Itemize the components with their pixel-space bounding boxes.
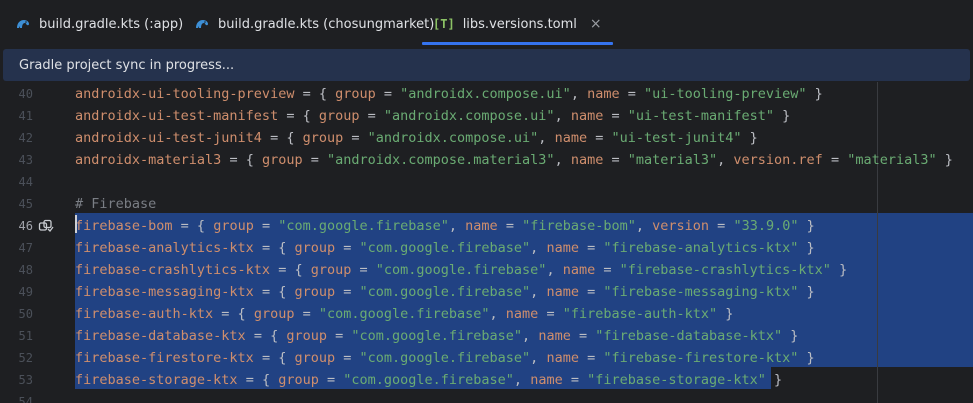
line-number: 40 — [18, 87, 33, 101]
name-value: "firebase-bom" — [522, 218, 636, 234]
code-line: firebase-auth-ktx = { group = "com.googl… — [75, 306, 734, 322]
line-number: 49 — [18, 285, 33, 299]
library-key: firebase-storage-ktx — [75, 372, 238, 388]
line-number: 47 — [18, 241, 33, 255]
line-number: 51 — [18, 329, 33, 343]
name-value: "firebase-database-ktx" — [595, 328, 783, 344]
right-margin-guide — [877, 82, 878, 403]
line-number: 50 — [18, 307, 33, 321]
group-value: "androidx.compose.ui" — [400, 86, 571, 102]
library-key: androidx-material3 — [75, 152, 222, 168]
code-line: firebase-firestore-ktx = { group = "com.… — [75, 350, 815, 366]
library-key: firebase-firestore-ktx — [75, 350, 254, 366]
line-number: 53 — [18, 373, 33, 387]
tab-build-gradle-app[interactable]: build.gradle.kts (:app) — [15, 0, 183, 48]
gradle-icon — [196, 20, 208, 28]
group-value: "com.google.firebase" — [343, 372, 514, 388]
name-value: "firebase-analytics-ktx" — [603, 240, 799, 256]
library-key: firebase-crashlytics-ktx — [75, 262, 271, 278]
group-value: "com.google.firebase" — [318, 306, 490, 322]
line-number: 52 — [18, 351, 33, 365]
line-number: 48 — [18, 263, 33, 277]
group-value: "com.google.firebase" — [359, 350, 531, 366]
group-value: "androidx.compose.material3" — [326, 152, 555, 168]
library-key: firebase-analytics-ktx — [75, 240, 254, 256]
code-line: androidx-ui-test-manifest = { group = "a… — [75, 108, 791, 124]
code-line: firebase-crashlytics-ktx = { group = "co… — [75, 262, 848, 278]
line-number: 44 — [18, 175, 33, 189]
code-line: firebase-storage-ktx = { group = "com.go… — [75, 372, 783, 388]
library-key: androidx-ui-test-junit4 — [75, 130, 262, 146]
code-line: firebase-analytics-ktx = { group = "com.… — [75, 240, 815, 256]
close-icon[interactable]: × — [590, 16, 602, 32]
name-value: "ui-test-manifest" — [627, 108, 775, 124]
version-value: "33.9.0" — [733, 218, 799, 234]
name-value: "firebase-auth-ktx" — [562, 306, 718, 322]
code-line: androidx-ui-test-junit4 = { group = "and… — [75, 130, 758, 146]
sync-banner-text: Gradle project sync in progress... — [19, 57, 235, 73]
line-number: 41 — [18, 109, 33, 123]
line-number: 46 — [18, 219, 33, 233]
version-ref-value: "material3" — [847, 152, 937, 168]
library-key: firebase-database-ktx — [75, 328, 246, 344]
library-key: androidx-ui-tooling-preview — [75, 86, 295, 102]
code-line: firebase-database-ktx = { group = "com.g… — [75, 328, 799, 344]
code-line: firebase-bom = { group = "com.google.fir… — [75, 218, 815, 234]
code-line: # Firebase — [75, 193, 156, 215]
code-editor[interactable]: 40 41 42 43 44 45 46 47 48 49 50 51 52 53 54 androidx-… — [0, 82, 973, 403]
group-value: "androidx.compose.ui" — [383, 108, 555, 124]
tab-libs-versions-toml[interactable]: [T] libs.versions.toml × — [422, 0, 613, 48]
gradle-icon — [17, 20, 29, 28]
name-value: "firebase-storage-ktx" — [587, 372, 766, 388]
dependency-icon[interactable] — [38, 218, 54, 234]
line-number: 54 — [18, 395, 33, 403]
line-number: 45 — [18, 197, 33, 211]
name-value: "material3" — [627, 152, 718, 168]
name-value: "ui-test-junit4" — [611, 130, 742, 146]
tab-label: libs.versions.toml — [462, 16, 577, 32]
code-line: androidx-ui-tooling-preview = { group = … — [75, 86, 823, 102]
group-value: "com.google.firebase" — [278, 218, 449, 234]
group-value: "androidx.compose.ui" — [367, 130, 539, 146]
library-key: androidx-ui-test-manifest — [75, 108, 279, 124]
tab-build-gradle-project[interactable]: build.gradle.kts (chosungmarket) — [194, 0, 434, 48]
name-value: "ui-tooling-preview" — [643, 86, 807, 102]
text-caret — [75, 215, 77, 233]
group-value: "com.google.firebase" — [359, 240, 531, 256]
line-number: 42 — [18, 131, 33, 145]
line-number: 43 — [18, 153, 33, 167]
editor-tab-bar: build.gradle.kts (:app) build.gradle.kts… — [0, 0, 973, 48]
code-line: androidx-material3 = { group = "androidx… — [75, 152, 953, 168]
tab-label: build.gradle.kts (chosungmarket) — [218, 16, 435, 32]
name-value: "firebase-crashlytics-ktx" — [619, 262, 831, 278]
group-value: "com.google.firebase" — [375, 262, 547, 278]
library-key: firebase-messaging-ktx — [75, 284, 254, 300]
name-value: "firebase-messaging-ktx" — [603, 284, 799, 300]
code-comment: # Firebase — [75, 196, 157, 212]
code-line: firebase-messaging-ktx = { group = "com.… — [75, 284, 815, 300]
name-value: "firebase-firestore-ktx" — [603, 350, 799, 366]
tab-label: build.gradle.kts (:app) — [39, 16, 184, 32]
toml-icon: [T] — [433, 17, 455, 31]
group-value: "com.google.firebase" — [359, 284, 531, 300]
group-value: "com.google.firebase" — [351, 328, 523, 344]
library-key: firebase-bom — [75, 218, 173, 234]
library-key: firebase-auth-ktx — [75, 306, 214, 322]
sync-banner: Gradle project sync in progress... — [3, 49, 970, 81]
